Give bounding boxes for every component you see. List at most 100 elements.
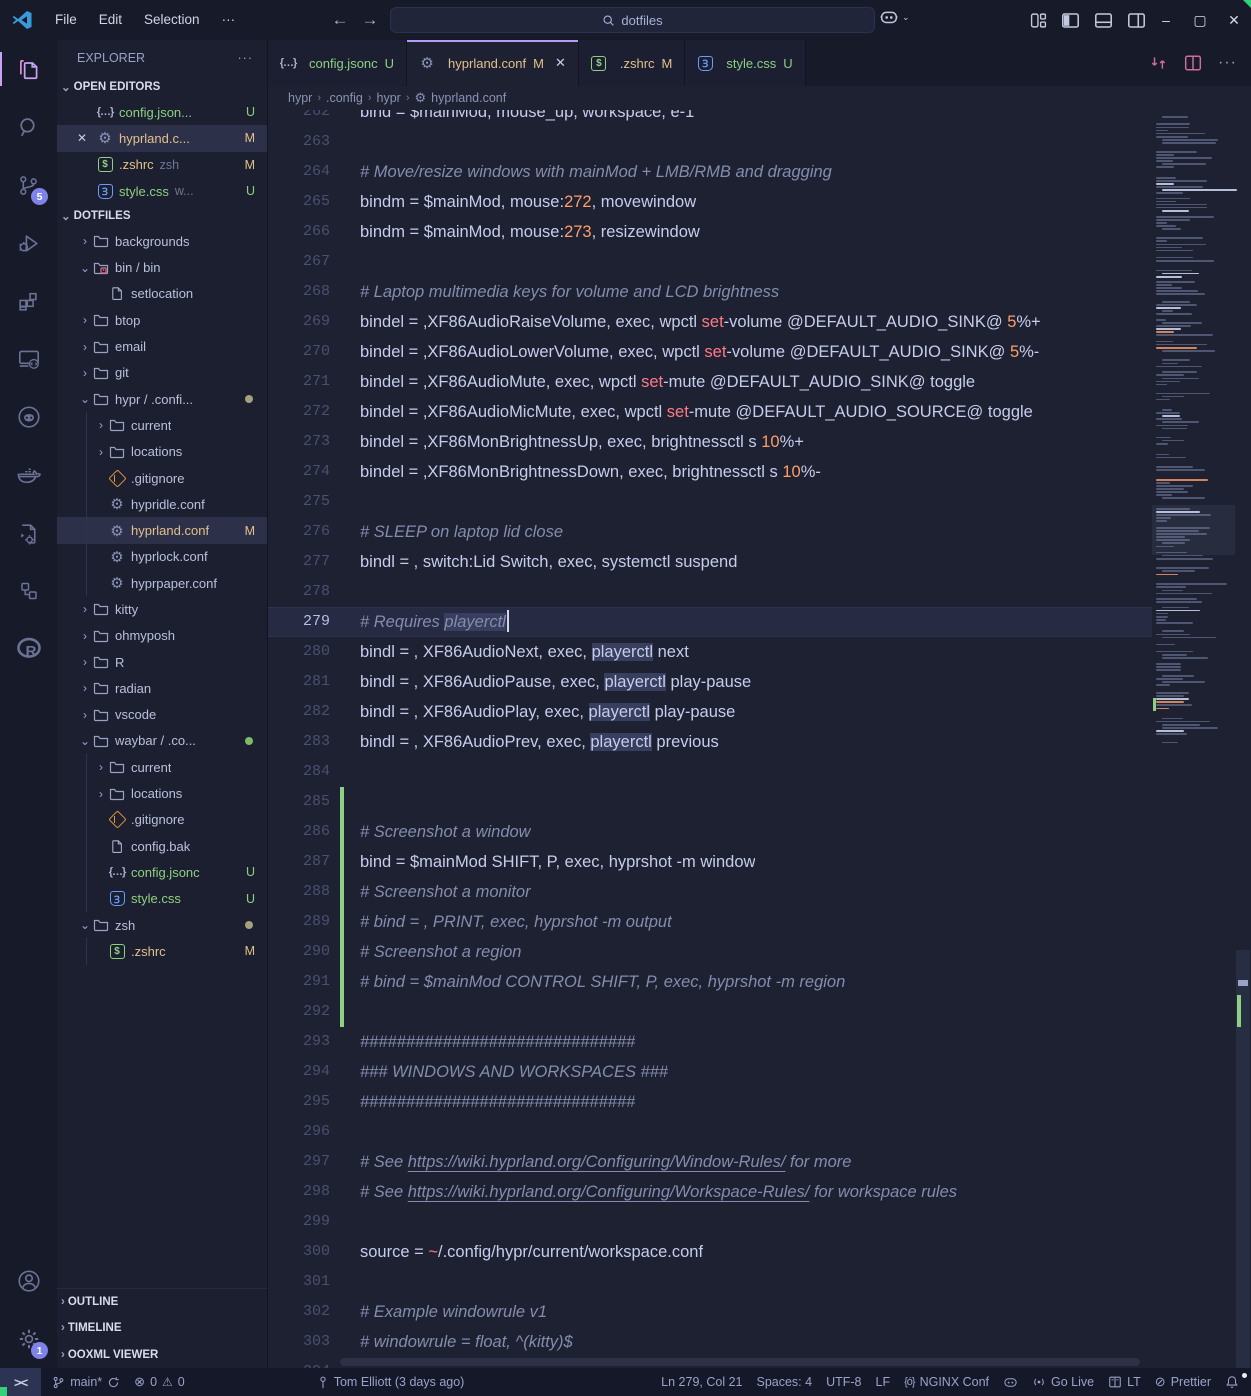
- breadcrumb-part[interactable]: hypr: [288, 91, 312, 105]
- section-ooxml-viewer[interactable]: ›OOXML VIEWER: [57, 1342, 267, 1369]
- activity-docker-icon[interactable]: [0, 446, 57, 504]
- tree-item--zshrc[interactable]: $.zshrcM: [57, 938, 267, 964]
- maximize-button[interactable]: ▢: [1183, 0, 1217, 40]
- activity-symbols-icon[interactable]: [0, 562, 57, 620]
- tab--zshrc[interactable]: $.zshrcM: [579, 40, 686, 86]
- code-line-300[interactable]: 300source = ~/.config/hypr/current/works…: [268, 1237, 1152, 1267]
- horizontal-scrollbar-thumb[interactable]: [340, 1358, 1140, 1366]
- back-arrow-icon[interactable]: ←: [325, 5, 355, 35]
- copilot-menu[interactable]: ⌄: [878, 6, 910, 28]
- tree-item-radian[interactable]: ›radian: [57, 675, 267, 701]
- code-line-265[interactable]: 265bindm = $mainMod, mouse:272, movewind…: [268, 187, 1152, 217]
- tree-item-email[interactable]: ›email: [57, 333, 267, 359]
- tree-item-style-css[interactable]: Ɜstyle.cssU: [57, 886, 267, 912]
- split-editor-icon[interactable]: [1184, 54, 1202, 72]
- github-status[interactable]: [996, 1368, 1025, 1396]
- prettier-status[interactable]: ⊘ Prettier: [1148, 1368, 1218, 1396]
- tree-item-locations[interactable]: ›locations: [57, 780, 267, 806]
- tree-item-current[interactable]: ›current: [57, 754, 267, 780]
- code-line-299[interactable]: 299: [268, 1207, 1152, 1237]
- chevron-icon[interactable]: ›: [77, 366, 93, 380]
- chevron-icon[interactable]: ⌄: [77, 734, 93, 748]
- vertical-scrollbar[interactable]: [1235, 110, 1251, 1368]
- open-editor--zshrc[interactable]: $.zshrczshM: [57, 152, 267, 178]
- chevron-icon[interactable]: ›: [93, 418, 109, 432]
- tree-item-kitty[interactable]: ›kitty: [57, 596, 267, 622]
- chevron-icon[interactable]: ›: [93, 760, 109, 774]
- tree-item-locations[interactable]: ›locations: [57, 439, 267, 465]
- breadcrumb-part[interactable]: .config: [326, 91, 363, 105]
- tree-item--gitignore[interactable]: .gitignore: [57, 807, 267, 833]
- tree-item--gitignore[interactable]: .gitignore: [57, 465, 267, 491]
- tree-item-waybar-co-[interactable]: ⌄waybar / .co...: [57, 728, 267, 754]
- code-line-285[interactable]: 285: [268, 787, 1152, 817]
- tree-item-backgrounds[interactable]: ›backgrounds: [57, 228, 267, 254]
- minimap[interactable]: [1152, 110, 1235, 1368]
- problems-status[interactable]: ⊗ 0 ⚠ 0: [127, 1368, 192, 1396]
- encoding-status[interactable]: UTF-8: [819, 1368, 868, 1396]
- code-line-286[interactable]: 286# Screenshot a window: [268, 817, 1152, 847]
- tree-item-hyprpaper-conf[interactable]: ⚙hyprpaper.conf: [57, 570, 267, 596]
- close-icon[interactable]: ✕: [555, 55, 566, 71]
- tree-item-hyprland-conf[interactable]: ⚙hyprland.confM: [57, 517, 267, 543]
- tab-config-jsonc[interactable]: {…}config.jsoncU: [268, 40, 407, 86]
- tree-item-git[interactable]: ›git: [57, 360, 267, 386]
- activity-run-debug-icon[interactable]: [0, 214, 57, 272]
- chevron-icon[interactable]: ›: [77, 655, 93, 669]
- breadcrumb-part[interactable]: hypr: [377, 91, 401, 105]
- close-button[interactable]: ✕: [1217, 0, 1251, 40]
- activity-remote-explorer-icon[interactable]: [0, 330, 57, 388]
- code-line-287[interactable]: 287bind = $mainMod SHIFT, P, exec, hyprs…: [268, 847, 1152, 877]
- activity-file-gear-icon[interactable]: [0, 504, 57, 562]
- code-line-275[interactable]: 275: [268, 487, 1152, 517]
- activity-source-control-icon[interactable]: 5: [0, 156, 57, 214]
- open-editor-hyprland-c-[interactable]: ✕⚙hyprland.c...M: [57, 125, 267, 151]
- open-editors-header[interactable]: ⌄ OPEN EDITORS: [57, 75, 267, 99]
- open-changes-icon[interactable]: [1150, 54, 1168, 72]
- eol-status[interactable]: LF: [869, 1368, 898, 1396]
- tree-item-config-bak[interactable]: config.bak: [57, 833, 267, 859]
- tree-item-hypr-confi-[interactable]: ⌄hypr / .confi...: [57, 386, 267, 412]
- breadcrumb[interactable]: hypr›.config›hypr›⚙hyprland.conf: [268, 86, 1251, 110]
- open-editor-config-json-[interactable]: {…}config.json...U: [57, 99, 267, 125]
- code-line-290[interactable]: 290# Screenshot a region: [268, 937, 1152, 967]
- search-input[interactable]: dotfiles: [390, 7, 875, 33]
- menu-more[interactable]: ···: [211, 0, 247, 40]
- code-line-271[interactable]: 271bindel = ,XF86AudioMute, exec, wpctl …: [268, 367, 1152, 397]
- code-line-273[interactable]: 273bindel = ,XF86MonBrightnessUp, exec, …: [268, 427, 1152, 457]
- notifications-bell[interactable]: [1218, 1368, 1251, 1396]
- code-line-297[interactable]: 297# See https://wiki.hyprland.org/Confi…: [268, 1147, 1152, 1177]
- code-line-269[interactable]: 269bindel = ,XF86AudioRaiseVolume, exec,…: [268, 307, 1152, 337]
- code-line-272[interactable]: 272bindel = ,XF86AudioMicMute, exec, wpc…: [268, 397, 1152, 427]
- code-line-280[interactable]: 280bindl = , XF86AudioNext, exec, player…: [268, 637, 1152, 667]
- code-line-277[interactable]: 277bindl = , switch:Lid Switch, exec, sy…: [268, 547, 1152, 577]
- code-line-281[interactable]: 281bindl = , XF86AudioPause, exec, playe…: [268, 667, 1152, 697]
- code-line-263[interactable]: 263: [268, 127, 1152, 157]
- chevron-icon[interactable]: ›: [77, 234, 93, 248]
- tree-item-current[interactable]: ›current: [57, 412, 267, 438]
- menu-file[interactable]: File: [44, 0, 88, 40]
- minimize-button[interactable]: –: [1149, 0, 1183, 40]
- git-blame-status[interactable]: Tom Elliott (3 days ago): [310, 1368, 472, 1396]
- chevron-icon[interactable]: ⌄: [77, 392, 93, 406]
- code-line-284[interactable]: 284: [268, 757, 1152, 787]
- menu-edit[interactable]: Edit: [88, 0, 133, 40]
- code-line-276[interactable]: 276# SLEEP on laptop lid close: [268, 517, 1152, 547]
- code-line-296[interactable]: 296: [268, 1117, 1152, 1147]
- chevron-icon[interactable]: ›: [77, 708, 93, 722]
- forward-arrow-icon[interactable]: →: [355, 5, 385, 35]
- explorer-actions-icon[interactable]: ···: [238, 51, 254, 65]
- code-line-267[interactable]: 267: [268, 247, 1152, 277]
- tree-item-btop[interactable]: ›btop: [57, 307, 267, 333]
- indentation-status[interactable]: Spaces: 4: [749, 1368, 819, 1396]
- tab-style-css[interactable]: Ɜstyle.cssU: [685, 40, 805, 86]
- activity-search-icon[interactable]: [0, 98, 57, 156]
- chevron-icon[interactable]: ›: [77, 313, 93, 327]
- tree-item-hypridle-conf[interactable]: ⚙hypridle.conf: [57, 491, 267, 517]
- close-icon[interactable]: ✕: [77, 131, 87, 145]
- activity-r-lang-icon[interactable]: R: [0, 620, 57, 678]
- tree-item-r[interactable]: ›R: [57, 649, 267, 675]
- code-line-270[interactable]: 270bindel = ,XF86AudioLowerVolume, exec,…: [268, 337, 1152, 367]
- go-live-status[interactable]: Go Live: [1025, 1368, 1101, 1396]
- code-line-279[interactable]: 279# Requires playerctl: [268, 607, 1152, 637]
